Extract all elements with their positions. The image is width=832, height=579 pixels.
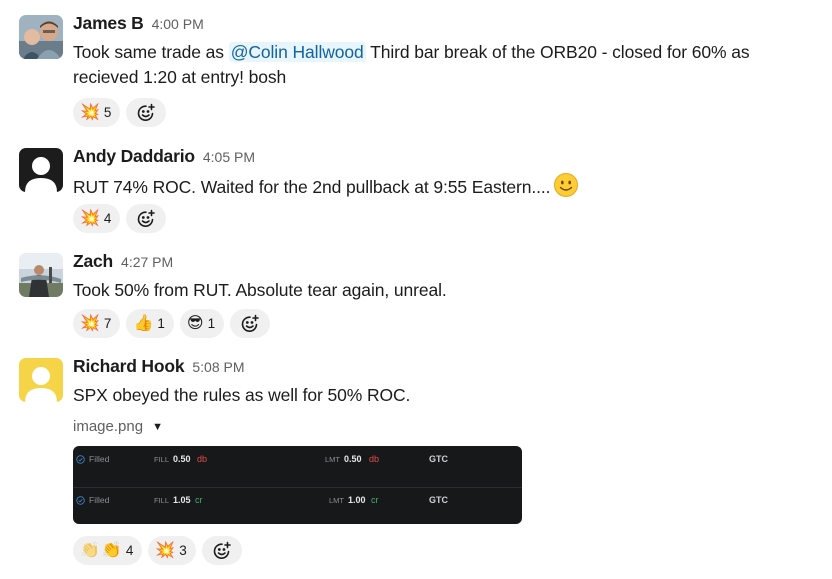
add-reaction-button[interactable] — [230, 309, 271, 338]
reaction-collision[interactable]: 💥 5 — [73, 98, 121, 127]
message-header: Andy Daddario 4:05 PM — [73, 146, 255, 167]
time-in-force: GTC — [429, 495, 448, 505]
add-reaction-icon — [213, 541, 231, 559]
avatar[interactable] — [19, 15, 63, 59]
author-name[interactable]: Zach — [73, 251, 113, 272]
filled-check-icon — [76, 455, 85, 464]
add-reaction-button[interactable] — [201, 536, 242, 565]
avatar[interactable] — [19, 358, 63, 402]
fill-side: db — [197, 454, 208, 464]
limit-label: LMT — [325, 455, 340, 464]
reaction-sunglasses[interactable]: 😎 1 — [179, 309, 225, 338]
order-row: Filled FILL 1.05 cr LMT 1.00 cr GTC — [73, 488, 522, 524]
add-reaction-button[interactable] — [126, 98, 167, 127]
reaction-count: 4 — [125, 543, 134, 558]
reaction-bar: 💥 4 — [73, 204, 167, 233]
order-row: Filled FILL 0.50 db LMT 0.50 db GTC — [73, 446, 522, 485]
caret-down-icon: ▼ — [152, 420, 163, 433]
collision-emoji-icon: 💥 — [80, 314, 100, 332]
avatar[interactable] — [19, 253, 63, 297]
slightly-smiling-face-icon — [554, 173, 579, 197]
limit-side: cr — [371, 495, 379, 505]
collision-emoji-icon: 💥 — [155, 541, 176, 559]
add-reaction-button[interactable] — [126, 204, 167, 233]
order-status: Filled — [89, 454, 110, 464]
limit-label: LMT — [329, 496, 344, 505]
author-name[interactable]: Andy Daddario — [73, 146, 195, 167]
author-name[interactable]: Richard Hook — [73, 356, 185, 377]
fill-value: 0.50 — [173, 454, 191, 464]
file-name-toggle[interactable]: image.png ▼ — [73, 418, 163, 435]
message-text: SPX obeyed the rules as well for 50% ROC… — [73, 385, 411, 405]
message-text: Took same trade as @Colin Hallwood Third… — [73, 40, 813, 90]
reaction-count: 4 — [103, 211, 112, 226]
reaction-count: 1 — [157, 316, 165, 331]
reaction-clap[interactable]: 👏 👏 4 — [73, 536, 143, 565]
message-header: James B 4:00 PM — [73, 13, 204, 34]
limit-value: 1.00 — [348, 495, 366, 505]
collision-emoji-icon: 💥 — [80, 103, 100, 121]
clap-emoji-icon: 👏 — [101, 541, 122, 559]
avatar[interactable] — [19, 148, 63, 192]
message-header: Richard Hook 5:08 PM — [73, 356, 245, 377]
order-status: Filled — [89, 495, 110, 505]
timestamp[interactable]: 4:27 PM — [121, 254, 173, 270]
reaction-thumbs-up[interactable]: 👍 1 — [126, 309, 174, 338]
timestamp[interactable]: 4:05 PM — [203, 149, 255, 165]
time-in-force: GTC — [429, 454, 448, 464]
thumbs-up-emoji-icon: 👍 — [133, 314, 154, 332]
image-attachment[interactable]: Filled FILL 0.50 db LMT 0.50 db GTC Fill… — [73, 446, 522, 524]
message-text: Took 50% from RUT. Absolute tear again, … — [73, 280, 447, 300]
fill-label: FILL — [154, 496, 170, 505]
message-text: RUT 74% ROC. Waited for the 2nd pullback… — [73, 173, 813, 200]
reaction-bar: 💥 5 — [73, 98, 167, 127]
user-mention[interactable]: @Colin Hallwood — [228, 42, 366, 62]
fill-label: FILL — [154, 455, 170, 464]
message-text-part: RUT 74% ROC. Waited for the 2nd pullback… — [73, 177, 551, 197]
limit-value: 0.50 — [344, 454, 362, 464]
reaction-collision[interactable]: 💥 7 — [73, 309, 121, 338]
message-header: Zach 4:27 PM — [73, 251, 173, 272]
reaction-collision[interactable]: 💥 3 — [148, 536, 196, 565]
timestamp[interactable]: 5:08 PM — [192, 359, 244, 375]
add-reaction-icon — [138, 103, 156, 121]
filled-check-icon — [76, 496, 85, 505]
reaction-bar: 💥 7 👍 1 😎 1 — [73, 309, 271, 338]
reaction-count: 1 — [207, 316, 216, 331]
fill-side: cr — [195, 495, 203, 505]
add-reaction-icon — [138, 209, 156, 227]
message-text-part: Took same trade as — [73, 42, 229, 62]
add-reaction-icon — [241, 314, 259, 332]
timestamp[interactable]: 4:00 PM — [152, 16, 204, 32]
reaction-collision[interactable]: 💥 4 — [73, 204, 121, 233]
author-name[interactable]: James B — [73, 13, 144, 34]
fill-value: 1.05 — [173, 495, 191, 505]
reaction-bar: 👏 👏 4 💥 3 — [73, 536, 242, 565]
limit-side: db — [369, 454, 380, 464]
sunglasses-emoji-icon: 😎 — [186, 314, 204, 332]
reaction-count: 3 — [179, 543, 187, 558]
clap-light-emoji-icon: 👏 — [80, 541, 100, 559]
collision-emoji-icon: 💥 — [80, 209, 100, 227]
file-name: image.png — [73, 418, 144, 435]
reaction-count: 5 — [103, 105, 112, 120]
reaction-count: 7 — [103, 316, 112, 331]
